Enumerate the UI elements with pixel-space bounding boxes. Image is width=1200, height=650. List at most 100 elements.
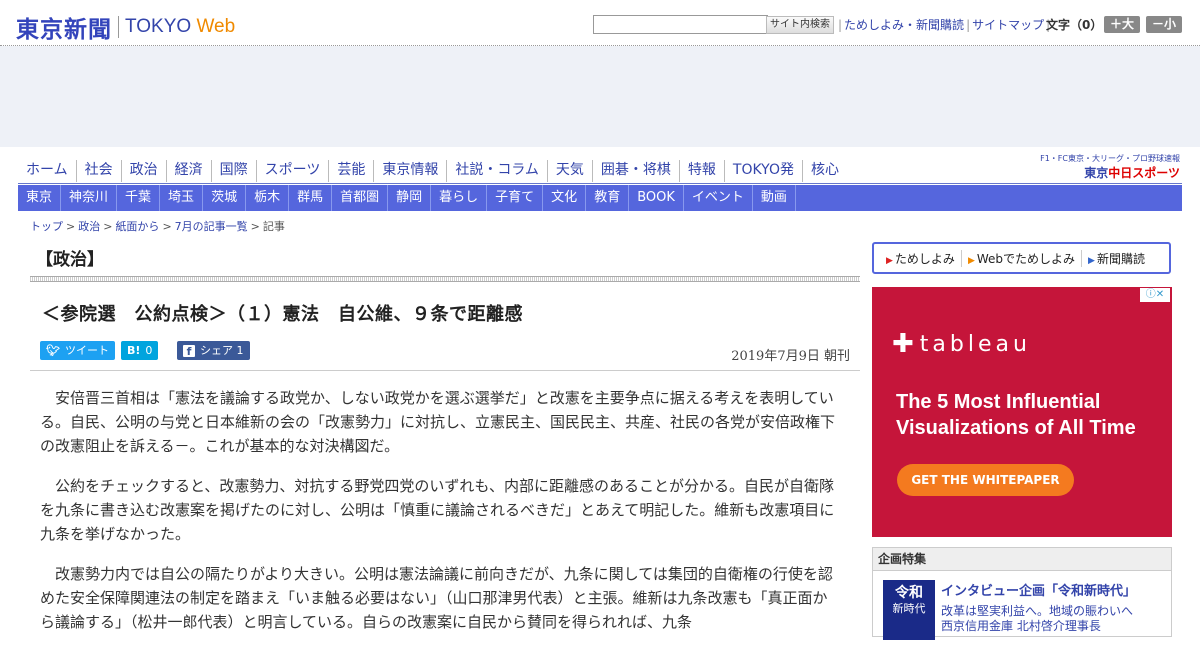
facebook-share-count: 1 — [236, 344, 244, 357]
breadcrumb-separator: > — [66, 220, 76, 233]
subnav-event[interactable]: イベント — [684, 185, 753, 211]
breadcrumb-top[interactable]: トップ — [30, 220, 63, 233]
subnav-gunma[interactable]: 群馬 — [289, 185, 333, 211]
nav-entertainment[interactable]: 芸能 — [328, 160, 373, 182]
subnav-education[interactable]: 教育 — [586, 185, 630, 211]
article-paragraph: 改憲勢力内では自公の隔たりがより大きい。公明は憲法論議に前向きだが、九条に関して… — [40, 565, 833, 631]
article-title: ＜参院選 公約点検＞（１）憲法 自公維、９条で距離感 — [42, 304, 523, 325]
subnav-ibaraki[interactable]: 茨城 — [203, 185, 247, 211]
nav-tokyo-hatsu[interactable]: TOKYO発 — [723, 160, 802, 182]
nav-editorial-column[interactable]: 社説・コラム — [446, 160, 547, 182]
chunichi-sports-link[interactable]: F1・FC東京・大リーグ・プロ野球速報 東京中日スポーツ — [1025, 153, 1180, 181]
chunichi-logo: 東京中日スポーツ — [1025, 164, 1180, 181]
triangle-right-icon: ▶ — [1088, 255, 1095, 266]
link-trial-subscribe[interactable]: ためしよみ・新聞購読 — [844, 18, 964, 32]
subnav-shizuoka[interactable]: 静岡 — [388, 185, 432, 211]
nav-tokyo-info[interactable]: 東京情報 — [373, 160, 446, 182]
breadcrumb: トップ > 政治 > 紙面から >7月の記事一覧 > 記事 — [30, 218, 285, 234]
article-divider — [30, 370, 860, 371]
subnav-saitama[interactable]: 埼玉 — [160, 185, 204, 211]
font-smaller-button[interactable]: －小 — [1146, 16, 1182, 33]
breadcrumb-politics[interactable]: 政治 — [78, 220, 100, 233]
chunichi-tagline: F1・FC東京・大リーグ・プロ野球速報 — [1040, 154, 1180, 163]
subnav-shutoken[interactable]: 首都圏 — [332, 185, 389, 211]
logo-tokyo-web: TOKYO Web — [125, 16, 235, 38]
nav-home[interactable]: ホーム — [18, 160, 76, 182]
tableau-cross-icon: ✚ — [892, 329, 914, 359]
subnav-tochigi[interactable]: 栃木 — [246, 185, 290, 211]
nav-international[interactable]: 国際 — [210, 160, 256, 182]
nav-underline — [18, 183, 1182, 184]
regional-nav: 東京 神奈川 千葉 埼玉 茨城 栃木 群馬 首都圏 静岡 暮らし 子育て 文化 … — [18, 185, 1182, 211]
link-subscribe[interactable]: ▶ 新聞購読 — [1081, 249, 1151, 267]
subnav-living[interactable]: 暮らし — [431, 185, 488, 211]
subnav-chiba[interactable]: 千葉 — [117, 185, 161, 211]
article-body: 安倍晋三首相は「憲法を議論する政党か、しない政党かを選ぶ選挙だ」と改憲を主要争点… — [40, 386, 842, 650]
logo-divider — [118, 16, 119, 38]
facebook-icon: f — [183, 344, 195, 358]
nav-politics[interactable]: 政治 — [120, 160, 166, 182]
article-paragraph: 安倍晋三首相は「憲法を議論する政党か、しない政党かを選ぶ選挙だ」と改憲を主要争点… — [40, 389, 836, 455]
site-header: 東京新聞 TOKYO Web サイト内検索 | ためしよみ・新聞購読 | サイトマップ… — [0, 0, 1200, 46]
article-category: 【政治】 — [36, 250, 104, 270]
site-logo[interactable]: 東京新聞 TOKYO Web — [16, 10, 235, 44]
thumb-line-1: 令和 — [895, 585, 923, 601]
ad-brand-logo: ✚ tableau — [892, 329, 1031, 359]
nav-society[interactable]: 社会 — [75, 160, 121, 182]
subnav-book[interactable]: BOOK — [629, 185, 684, 211]
global-nav: ホーム 社会 政治 経済 国際 スポーツ 芸能 東京情報 社説・コラム 天気 囲… — [18, 160, 847, 182]
font-size-label: 文字（0） — [1046, 18, 1103, 32]
nav-tokuhou[interactable]: 特報 — [678, 160, 724, 182]
ad-brand-name: tableau — [919, 331, 1031, 357]
article-date: 2019年7月9日 朝刊 — [731, 349, 850, 364]
facebook-share-label: シェア — [200, 344, 233, 357]
subnav-tokyo[interactable]: 東京 — [18, 185, 62, 211]
nav-sports[interactable]: スポーツ — [255, 160, 329, 182]
link-label: Webでためしよみ — [976, 251, 1076, 266]
ad-info-icon[interactable]: ⓘ✕ — [1140, 288, 1170, 302]
tweet-button[interactable]: 🐦︎ ツイート — [40, 341, 115, 360]
font-larger-button[interactable]: ＋大 — [1104, 16, 1140, 33]
hatena-bookmark-icon: B! — [127, 344, 141, 357]
twitter-bird-icon: 🐦︎ — [46, 344, 60, 357]
feature-thumbnail[interactable]: 令和 新時代 — [883, 580, 935, 640]
site-search-button[interactable]: サイト内検索 — [766, 16, 834, 34]
sidebar-ad[interactable]: ⓘ✕ ✚ tableau The 5 Most Influential Visu… — [872, 287, 1172, 537]
feature-box: 企画特集 令和 新時代 インタビュー企画「令和新時代」 改革は堅実利益へ。地域の… — [872, 547, 1172, 640]
category-divider — [30, 276, 860, 282]
divider: | — [838, 18, 843, 32]
nav-weather[interactable]: 天気 — [546, 160, 592, 182]
hatena-bookmark-button[interactable]: B! 0 — [121, 341, 159, 360]
header-links: | ためしよみ・新聞購読 | サイトマップ | — [836, 16, 1052, 33]
ad-cta-button[interactable]: GET THE WHITEPAPER — [897, 464, 1074, 496]
breadcrumb-from-paper[interactable]: 紙面から — [115, 220, 159, 233]
triangle-right-icon: ▶ — [886, 255, 893, 266]
subnav-kanagawa[interactable]: 神奈川 — [61, 185, 118, 211]
subnav-culture[interactable]: 文化 — [543, 185, 587, 211]
chunichi-name: 中日スポーツ — [1108, 166, 1180, 180]
link-sitemap[interactable]: サイトマップ — [972, 18, 1044, 32]
link-label: 新聞購読 — [1096, 251, 1145, 266]
ad-headline: The 5 Most Influential Visualizations of… — [896, 391, 1136, 439]
nav-economy[interactable]: 経済 — [165, 160, 211, 182]
breadcrumb-july-list[interactable]: 7月の記事一覧 — [175, 220, 248, 233]
top-ad-banner — [0, 46, 1200, 147]
feature-subtitle-line: 西京信用金庫 北村啓介理事長 — [941, 619, 1101, 633]
feature-heading: 企画特集 — [873, 548, 1171, 571]
facebook-share-button[interactable]: f シェア 1 — [177, 341, 250, 360]
site-search-input[interactable] — [593, 15, 768, 34]
subnav-video[interactable]: 動画 — [753, 185, 796, 211]
nav-kakushin[interactable]: 核心 — [801, 160, 847, 182]
subnav-parenting[interactable]: 子育て — [487, 185, 544, 211]
logo-tokyo: TOKYO — [125, 16, 192, 37]
feature-title[interactable]: インタビュー企画「令和新時代」 — [941, 580, 1136, 599]
article-paragraph: 公約をチェックすると、改憲勢力、対抗する野党四党のいずれも、内部に距離感のあるこ… — [40, 477, 835, 543]
breadcrumb-separator: > — [162, 220, 172, 233]
tweet-label: ツイート — [64, 344, 109, 357]
divider: | — [966, 18, 971, 32]
chunichi-prefix: 東京 — [1084, 166, 1109, 180]
link-label: ためしよみ — [894, 251, 955, 266]
link-tameshiyomi[interactable]: ▶ ためしよみ — [880, 250, 961, 267]
nav-go-shogi[interactable]: 囲碁・将棋 — [591, 160, 679, 182]
link-web-tameshiyomi[interactable]: ▶ Webでためしよみ — [960, 249, 1081, 267]
